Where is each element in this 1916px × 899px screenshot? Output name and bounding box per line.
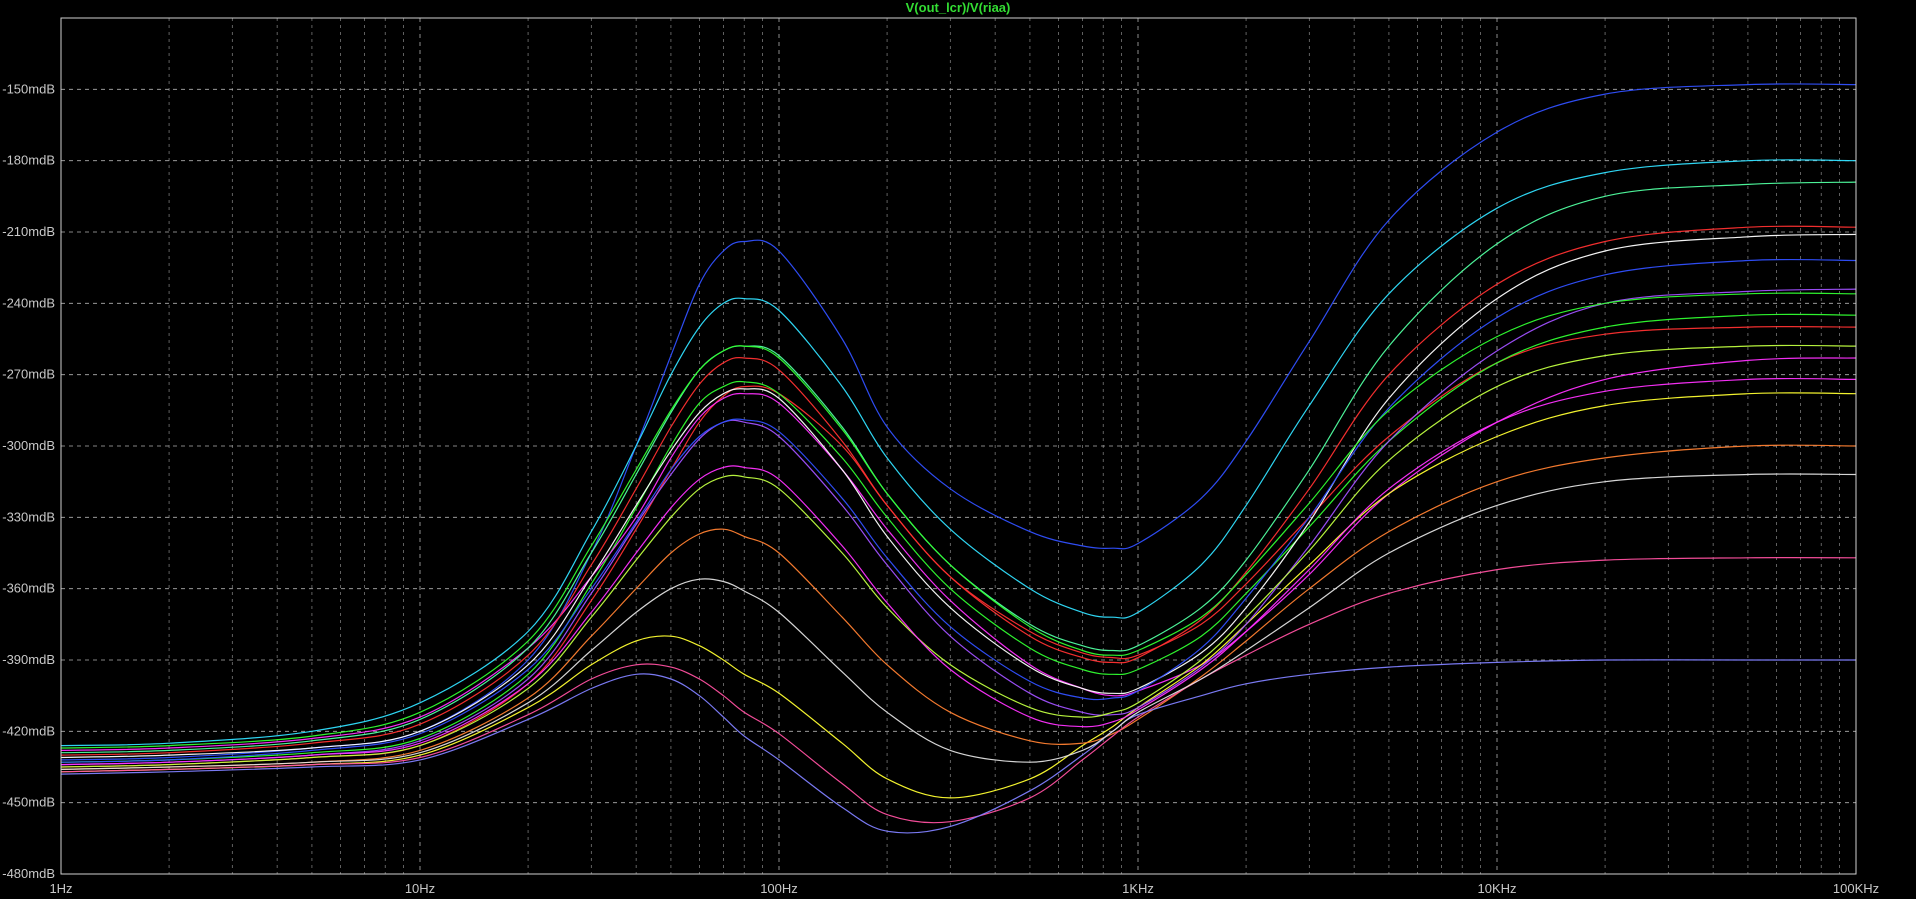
y-tick-label: -420mdB [2,723,55,738]
chart-title: V(out_lcr)/V(riaa) [906,0,1011,15]
plot-background [0,0,1916,899]
y-tick-label: -150mdB [2,81,55,96]
y-tick-label: -390mdB [2,652,55,667]
x-tick-label: 1KHz [1122,881,1154,896]
x-tick-label: 100Hz [760,881,798,896]
x-tick-label: 10KHz [1477,881,1516,896]
bode-plot: -150mdB -180mdB -210mdB -240mdB -270mdB -300m… [0,0,1916,899]
y-tick-label: -360mdB [2,581,55,596]
y-tick-label: -300mdB [2,438,55,453]
y-tick-label: -180mdB [2,153,55,168]
y-tick-label: -450mdB [2,795,55,810]
y-tick-label: -240mdB [2,295,55,310]
x-tick-label: 1Hz [49,881,72,896]
y-tick-label: -270mdB [2,367,55,382]
y-tick-label: -330mdB [2,509,55,524]
y-tick-label: -210mdB [2,224,55,239]
y-tick-label: -480mdB [2,866,55,881]
x-tick-label: 100KHz [1833,881,1879,896]
x-tick-label: 10Hz [405,881,435,896]
